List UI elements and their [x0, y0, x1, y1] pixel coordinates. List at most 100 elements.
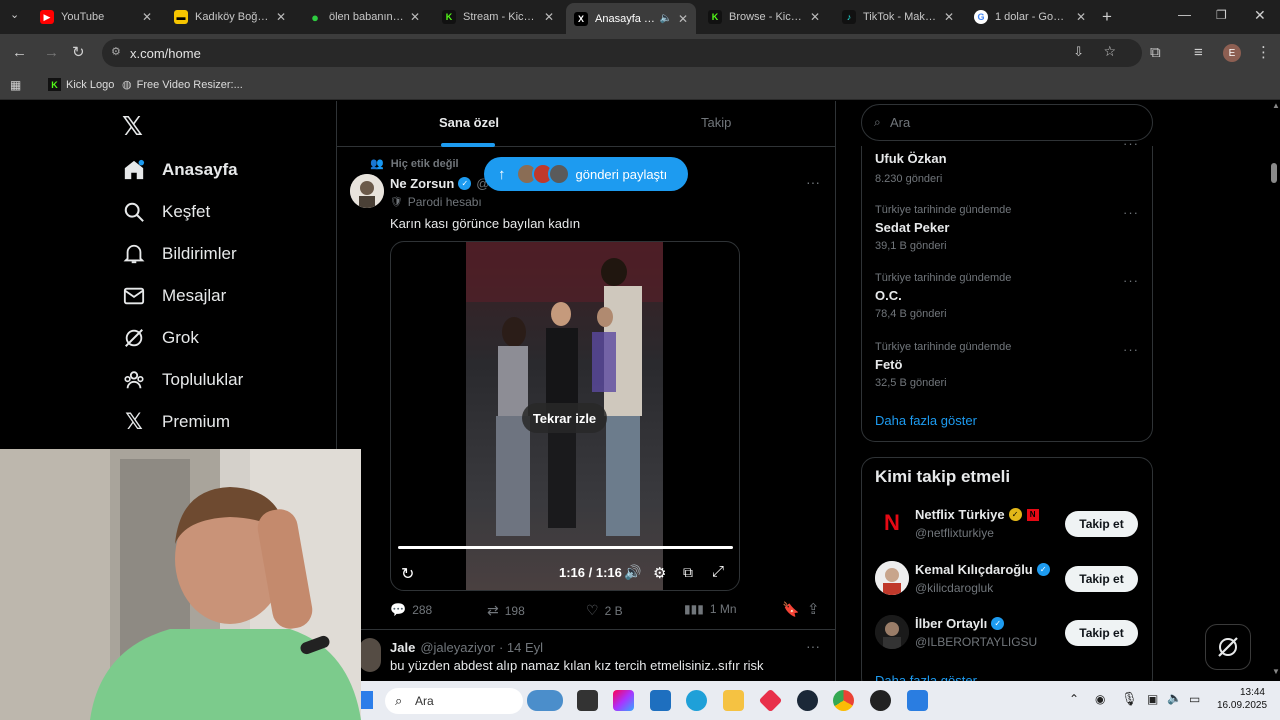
more-options-icon[interactable]: ···: [1123, 273, 1139, 288]
close-icon[interactable]: ✕: [276, 10, 286, 24]
scroll-down-icon[interactable]: ▼: [1272, 667, 1280, 676]
bookmark-icon[interactable]: 🔖: [782, 601, 799, 618]
close-icon[interactable]: ✕: [410, 10, 420, 24]
bookmark-kick-logo[interactable]: K Kick Logo: [48, 78, 114, 91]
task-view-icon[interactable]: [577, 690, 598, 711]
tab-kick-browse[interactable]: K Browse - Kick St ✕: [700, 5, 828, 29]
mic-icon[interactable]: 🎙: [1121, 691, 1138, 707]
suggestion-item[interactable]: İlber Ortaylı ✓ @ILBERORTAYLIGSU: [915, 616, 1037, 649]
tab-kadikoy[interactable]: ▬ Kadıköy Boğası ( ✕: [166, 5, 294, 29]
more-options-icon[interactable]: ···: [806, 174, 820, 190]
forward-icon[interactable]: →: [44, 45, 59, 60]
minimize-icon[interactable]: —: [1178, 8, 1191, 21]
tab-olen[interactable]: ● ölen babanın kay ✕: [300, 5, 428, 29]
nav-explore[interactable]: Keşfet: [122, 195, 210, 229]
game-icon[interactable]: [758, 688, 783, 713]
avatar[interactable]: [875, 561, 909, 595]
follow-button[interactable]: Takip et: [1065, 566, 1138, 592]
trend-item[interactable]: Türkiye tarihinde gündemde Sedat Peker 3…: [875, 204, 1011, 252]
post-author[interactable]: Jale @jaleyaziyor · 14 Eyl: [390, 640, 543, 655]
x-logo-icon[interactable]: 𝕏: [122, 111, 143, 142]
video-player[interactable]: Tekrar izle ↻ 1:16 / 1:16 🔊 ⚙ ⧉ ⤢: [390, 241, 740, 591]
replay-icon[interactable]: ↻: [401, 564, 414, 584]
battery-icon[interactable]: ▭: [1189, 692, 1200, 706]
replay-button[interactable]: Tekrar izle: [522, 403, 607, 433]
tab-search-icon[interactable]: ⌄: [10, 10, 19, 21]
views-button[interactable]: ▮▮▮ 1 Mn: [684, 602, 737, 616]
trend-item[interactable]: Ufuk Özkan 8.230 gönderi: [875, 151, 947, 185]
avatar[interactable]: [875, 615, 909, 649]
like-button[interactable]: ♡ 2 B: [586, 602, 623, 619]
close-icon[interactable]: ✕: [142, 10, 152, 24]
nav-communities[interactable]: Topluluklar: [122, 363, 243, 397]
avatar[interactable]: [350, 174, 384, 208]
tab-tiktok[interactable]: ♪ TikTok - Make Yo ✕: [834, 5, 962, 29]
repost-button[interactable]: ⇄ 198: [487, 602, 525, 619]
suggestion-item[interactable]: Kemal Kılıçdaroğlu ✓ @kilicdarogluk: [915, 562, 1050, 595]
show-more-link[interactable]: Daha fazla göster: [875, 413, 977, 428]
bookmark-star-icon[interactable]: ☆: [1103, 43, 1116, 60]
widgets-icon[interactable]: [527, 690, 563, 711]
chevron-up-icon[interactable]: ⌃: [1069, 692, 1079, 706]
copilot-icon[interactable]: [613, 690, 634, 711]
extensions-icon[interactable]: ⧉: [1150, 45, 1161, 60]
grok-floating-button[interactable]: [1205, 624, 1251, 670]
network-icon[interactable]: ▣: [1147, 692, 1158, 706]
edge-icon[interactable]: [686, 690, 707, 711]
app-icon[interactable]: [907, 690, 928, 711]
tray-app-icon[interactable]: ◉: [1095, 692, 1105, 706]
post-author[interactable]: Ne Zorsun ✓ @Y: [390, 176, 498, 191]
site-info-icon[interactable]: ⚙: [111, 45, 121, 58]
chrome-icon[interactable]: [833, 690, 854, 711]
scroll-up-icon[interactable]: ▲: [1272, 101, 1280, 110]
follow-button[interactable]: Takip et: [1065, 620, 1138, 646]
apps-grid-icon[interactable]: ▦: [10, 79, 21, 91]
media-control-icon[interactable]: ≡: [1194, 45, 1203, 60]
back-icon[interactable]: ←: [12, 45, 27, 60]
new-tab-icon[interactable]: +: [1102, 8, 1112, 25]
window-close-icon[interactable]: ✕: [1254, 8, 1266, 22]
close-icon[interactable]: ✕: [678, 12, 688, 26]
trend-item[interactable]: Türkiye tarihinde gündemde Fetö 32,5 B g…: [875, 341, 1011, 389]
scrollbar-thumb[interactable]: [1271, 163, 1277, 183]
clock[interactable]: 13:44 16.09.2025: [1217, 687, 1267, 711]
bookmark-free-video-resizer[interactable]: ◍ Free Video Resizer:...: [122, 78, 243, 92]
tab-following[interactable]: Takip: [701, 115, 731, 130]
picture-in-picture-icon[interactable]: ⧉: [683, 564, 693, 581]
install-app-icon[interactable]: ⇩: [1073, 44, 1084, 60]
nav-notifications[interactable]: Bildirimler: [122, 237, 237, 271]
tab-youtube[interactable]: ▶ YouTube ✕: [32, 5, 160, 29]
close-icon[interactable]: ✕: [810, 10, 820, 24]
more-options-icon[interactable]: ···: [1123, 205, 1139, 220]
trend-item[interactable]: Türkiye tarihinde gündemde O.C. 78,4 B g…: [875, 272, 1011, 320]
close-icon[interactable]: ✕: [1076, 10, 1086, 24]
new-posts-pill[interactable]: ↑ gönderi paylaştı: [484, 157, 688, 191]
share-icon[interactable]: ⇪: [807, 600, 820, 618]
nav-grok[interactable]: Grok: [122, 321, 199, 355]
menu-kebab-icon[interactable]: ⋮: [1256, 45, 1271, 60]
start-icon[interactable]: [361, 691, 373, 709]
close-icon[interactable]: ✕: [544, 10, 554, 24]
tab-for-you[interactable]: Sana özel: [439, 115, 499, 130]
profile-avatar[interactable]: E: [1223, 44, 1241, 62]
volume-icon[interactable]: 🔈: [1167, 691, 1182, 705]
follow-button[interactable]: Takip et: [1065, 511, 1138, 537]
address-bar[interactable]: ⚙ x.com/home ⇩ ☆: [102, 39, 1142, 67]
tab-kick-stream[interactable]: K Stream - Kick Da ✕: [434, 5, 562, 29]
volume-icon[interactable]: 🔊: [624, 564, 641, 581]
file-explorer-icon[interactable]: [723, 690, 744, 711]
page-scrollbar[interactable]: ▲ ▼: [1266, 101, 1280, 681]
nav-home[interactable]: Anasayfa: [122, 153, 238, 187]
more-options-icon[interactable]: ···: [1123, 342, 1139, 357]
nav-messages[interactable]: Mesajlar: [122, 279, 226, 313]
video-progress-bar[interactable]: [398, 546, 733, 549]
search-box[interactable]: ⌕ Ara: [861, 104, 1153, 141]
reply-button[interactable]: 💬 288: [390, 602, 432, 618]
restore-icon[interactable]: ❐: [1216, 9, 1227, 21]
speaker-icon[interactable]: 🔈: [659, 13, 671, 24]
obs-icon[interactable]: [870, 690, 891, 711]
netflix-avatar[interactable]: N: [875, 506, 909, 540]
taskbar-search[interactable]: ⌕ Ara: [385, 688, 523, 714]
reload-icon[interactable]: ↻: [72, 45, 85, 60]
nav-premium[interactable]: 𝕏 Premium: [122, 405, 230, 439]
